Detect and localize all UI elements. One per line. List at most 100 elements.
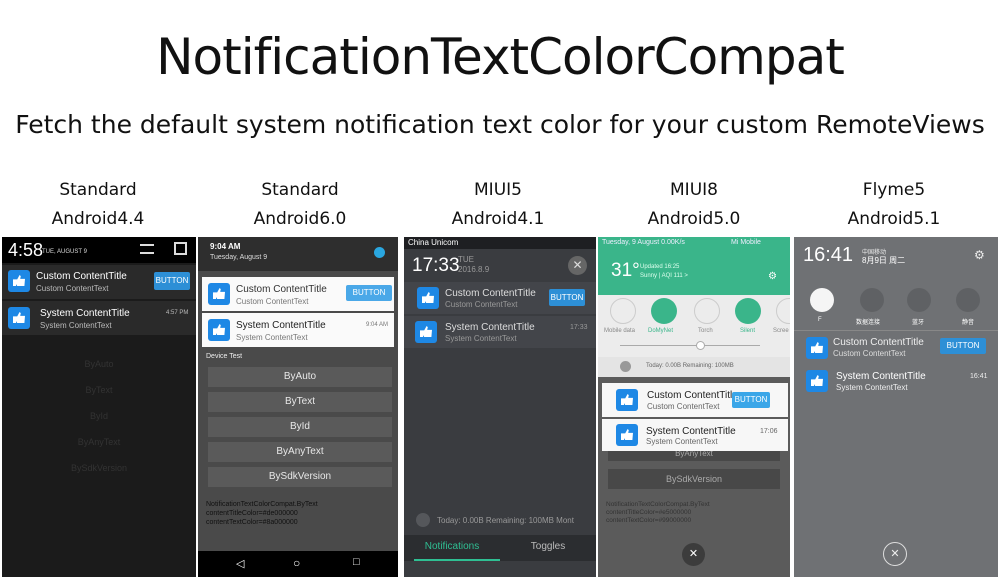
page-title: NotificationTextColorCompat [156, 28, 845, 86]
custom-notification[interactable]: Custom ContentTitle Custom ContentText B… [2, 265, 196, 299]
quick-settings-icon[interactable] [174, 242, 187, 255]
clock: 4:58 [8, 240, 44, 260]
system-notification[interactable]: System ContentTitle System ContentText 4… [2, 301, 196, 335]
storage-text: Today: 0.00B Remaining: 100MB Mont [437, 516, 574, 525]
mute-toggle[interactable] [956, 288, 980, 312]
torch-toggle[interactable] [694, 298, 720, 324]
thumbs-up-icon [616, 424, 638, 446]
faded-button: ByAnyText [608, 451, 780, 461]
column-label: MIUI8 [670, 180, 718, 200]
thumbs-up-icon [8, 270, 30, 292]
custom-text: Custom ContentText [647, 402, 720, 411]
clock: 16:41 [803, 244, 854, 266]
custom-notification[interactable]: Custom ContentTitle Custom ContentText B… [404, 282, 596, 314]
column-header-5: Flyme5 Android5.1 [796, 176, 992, 234]
account-icon[interactable] [374, 247, 385, 258]
silent-toggle[interactable] [735, 298, 761, 324]
close-icon[interactable]: ✕ [682, 543, 705, 566]
by-auto-button[interactable]: ByAuto [208, 367, 392, 387]
notification-button[interactable]: BUTTON [940, 338, 986, 354]
mobile-data-toggle[interactable] [610, 298, 636, 324]
custom-notification[interactable]: Custom ContentTitle Custom ContentText B… [602, 383, 788, 417]
thumbs-up-icon [806, 337, 828, 359]
clear-all-icon[interactable] [140, 244, 154, 254]
by-text-button[interactable]: ByText [208, 392, 392, 412]
info-line: contentTextColor=#99000000 [606, 517, 692, 524]
system-title: System ContentTitle [40, 308, 130, 319]
notification-button[interactable]: BUTTON [346, 285, 392, 301]
back-icon[interactable]: ◁ [236, 557, 244, 570]
thumbs-up-icon [616, 389, 638, 411]
notification-button[interactable]: BUTTON [732, 392, 770, 408]
system-text: System ContentText [445, 334, 517, 343]
color-info: NotificationTextColorCompat.ByText conte… [206, 500, 318, 527]
settings-icon[interactable]: ⚙ [974, 248, 985, 262]
tab-toggles[interactable]: Toggles [500, 541, 596, 552]
close-icon[interactable]: ✕ [883, 542, 907, 566]
by-sdk-version-button[interactable]: BySdkVersion [208, 467, 392, 487]
system-title: System ContentTitle [836, 371, 926, 382]
thumbs-up-icon [806, 370, 828, 392]
wifi-toggle[interactable] [651, 298, 677, 324]
brightness-slider[interactable] [696, 341, 705, 350]
faded-button: BySdkVersion [608, 469, 780, 489]
close-icon[interactable]: ✕ [568, 256, 587, 275]
toggle-label: DoMyNet [648, 328, 674, 334]
system-notification[interactable]: System ContentTitle System ContentText 1… [404, 316, 596, 348]
device-test-label: Device Test [206, 353, 243, 360]
by-id-button[interactable]: ById [208, 417, 392, 437]
updated-time: Updated 16:25 [640, 264, 680, 270]
custom-title: Custom ContentTitle [36, 271, 127, 282]
system-time: 17:33 [570, 324, 588, 331]
data-toggle[interactable] [860, 288, 884, 312]
toggle-label: F [818, 317, 822, 323]
custom-notification[interactable]: Custom ContentTitle Custom ContentText B… [202, 277, 394, 311]
custom-text: Custom ContentText [236, 297, 309, 306]
column-header-1: Standard Android4.4 [0, 176, 196, 234]
column-header-4: MIUI8 Android5.0 [596, 176, 792, 234]
date: Tuesday, August 9 [210, 254, 268, 261]
faded-label: BySdkVersion [70, 463, 128, 473]
by-any-text-button[interactable]: ByAnyText [208, 442, 392, 462]
notification-button[interactable]: BUTTON [154, 272, 190, 290]
thumbs-up-icon [415, 321, 437, 343]
custom-text: Custom ContentText [36, 284, 109, 293]
status-text: Tuesday, 9 August 0.00K/s [602, 239, 685, 246]
tab-notifications[interactable]: Notifications [404, 541, 500, 552]
custom-title: Custom ContentTitle [833, 337, 924, 348]
screen-toggle[interactable] [776, 298, 790, 324]
recents-icon[interactable]: □ [353, 556, 360, 568]
toggle-label: Scree [773, 328, 789, 334]
date: 2016.8.9 [458, 265, 490, 274]
system-title: System ContentTitle [646, 426, 736, 437]
system-notification[interactable]: System ContentTitle System ContentText 9… [202, 313, 394, 347]
custom-notification[interactable]: Custom ContentTitle Custom ContentText B… [794, 333, 998, 363]
column-version: Android5.1 [847, 209, 941, 229]
wifi-toggle[interactable] [810, 288, 834, 312]
custom-text: Custom ContentText [445, 300, 518, 309]
settings-icon[interactable]: ⚙ [768, 271, 777, 282]
screen-flyme5: 16:41 中国移动 8月9日 周二 ⚙ F 数据连接 蓝牙 静音 Custom… [794, 237, 998, 577]
info-line: contentTitleColor=#e5000000 [606, 509, 692, 516]
home-icon[interactable]: ○ [293, 556, 300, 570]
column-label: Flyme5 [862, 180, 926, 200]
faded-label: ByText [85, 385, 113, 395]
faded-label: ByAuto [84, 359, 114, 369]
system-notification[interactable]: System ContentTitle System ContentText 1… [794, 367, 998, 397]
thumbs-up-icon [208, 319, 230, 341]
toggle-label: Torch [698, 328, 713, 334]
system-notification[interactable]: System ContentTitle System ContentText 1… [602, 419, 788, 451]
notification-button[interactable]: BUTTON [549, 289, 585, 306]
page-subtitle: Fetch the default system notification te… [15, 110, 985, 139]
system-time: 4:57 PM [166, 310, 189, 316]
system-text: System ContentText [40, 321, 112, 330]
date: TUE, AUGUST 9 [42, 249, 87, 255]
tab-indicator [414, 559, 500, 561]
system-title: System ContentTitle [445, 322, 535, 333]
column-header-3: MIUI5 Android4.1 [400, 176, 596, 234]
info-line: contentTitleColor=#de000000 [206, 510, 298, 517]
clock: 17:33 [412, 255, 460, 276]
clock: 9:04 AM [210, 242, 241, 251]
bluetooth-toggle[interactable] [907, 288, 931, 312]
storage-icon [416, 513, 430, 527]
